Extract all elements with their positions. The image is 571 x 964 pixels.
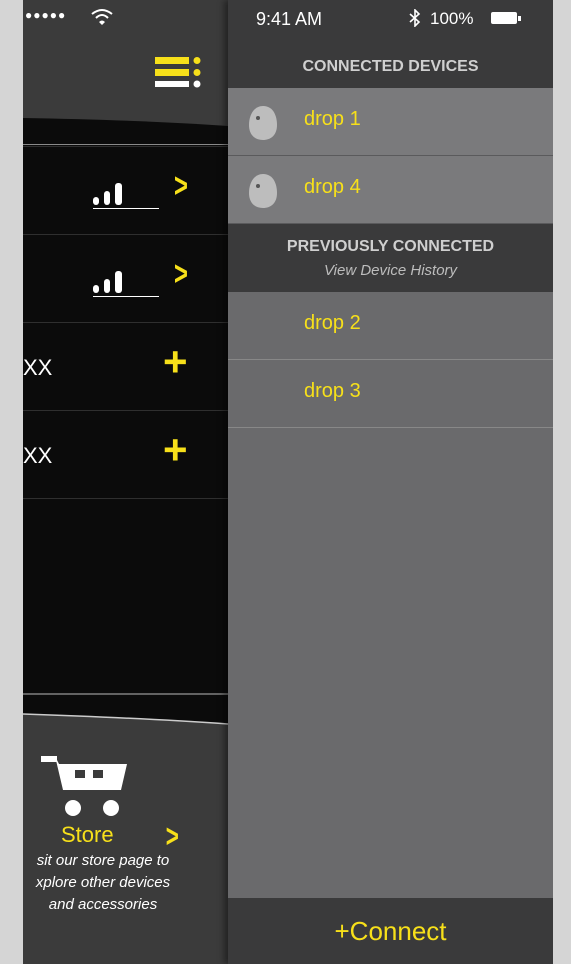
previously-connected-title: PREVIOUSLY CONNECTED <box>286 238 495 255</box>
device-name: drop 3 <box>304 380 361 402</box>
connected-devices-title: CONNECTED DEVICES <box>302 58 479 75</box>
signal-row-1[interactable]: > <box>23 146 228 235</box>
row-label: XX <box>23 443 53 468</box>
bluetooth-icon <box>409 9 421 27</box>
store-desc-line: sit our store page to <box>36 852 170 869</box>
header-divider <box>23 144 228 145</box>
view-device-history-link[interactable]: View Device History <box>228 262 553 279</box>
main-screen: > > XX + XX + Store > sit our store page… <box>23 0 228 964</box>
empty-row <box>23 498 228 691</box>
connected-device-item[interactable]: drop 1 <box>228 88 553 156</box>
store-title[interactable]: Store <box>61 822 114 848</box>
row-chevron-icon[interactable]: > <box>174 167 188 206</box>
wifi-icon <box>91 9 113 25</box>
phone-screen: > > XX + XX + Store > sit our store page… <box>23 0 553 964</box>
status-bar: ●●●●● 9:41 AM 100% <box>23 0 553 40</box>
store-panel[interactable] <box>23 692 228 964</box>
drop-device-icon <box>249 174 277 208</box>
store-desc-line: xplore other devices <box>35 874 171 891</box>
add-icon[interactable]: + <box>163 429 188 471</box>
signal-row-2[interactable]: > <box>23 234 228 323</box>
status-time: 9:41 AM <box>256 9 323 29</box>
device-name: drop 4 <box>304 176 361 198</box>
signal-strength-icon <box>93 183 159 209</box>
store-description: sit our store page to xplore other devic… <box>23 850 203 916</box>
shopping-cart-icon <box>41 756 127 816</box>
battery-percent: 100% <box>430 9 474 28</box>
add-icon[interactable]: + <box>163 341 188 383</box>
previous-device-item[interactable]: drop 3 <box>228 360 553 428</box>
device-name: drop 2 <box>304 312 361 334</box>
device-name: drop 1 <box>304 108 361 130</box>
top-curve-divider <box>23 118 228 142</box>
signal-strength-icon <box>93 271 159 297</box>
connect-button[interactable]: +Connect <box>228 898 553 964</box>
signal-dots-icon: ●●●●● <box>25 8 67 22</box>
row-label: XX <box>23 355 53 380</box>
connect-label: +Connect <box>334 916 447 946</box>
drop-device-icon <box>249 106 277 140</box>
connected-device-item[interactable]: drop 4 <box>228 156 553 224</box>
devices-drawer: CONNECTED DEVICES drop 1 drop 4 PREVIOUS… <box>228 0 553 964</box>
bottom-curve-divider <box>23 692 228 725</box>
add-row-1[interactable]: XX + <box>23 322 228 411</box>
add-row-2[interactable]: XX + <box>23 410 228 499</box>
device-menu-icon[interactable] <box>155 55 203 95</box>
row-chevron-icon[interactable]: > <box>174 255 188 294</box>
store-desc-line: and accessories <box>48 896 158 913</box>
previous-device-item[interactable]: drop 2 <box>228 292 553 360</box>
previously-connected-header[interactable]: PREVIOUSLY CONNECTED View Device History <box>228 224 553 292</box>
battery-icon <box>491 12 521 24</box>
